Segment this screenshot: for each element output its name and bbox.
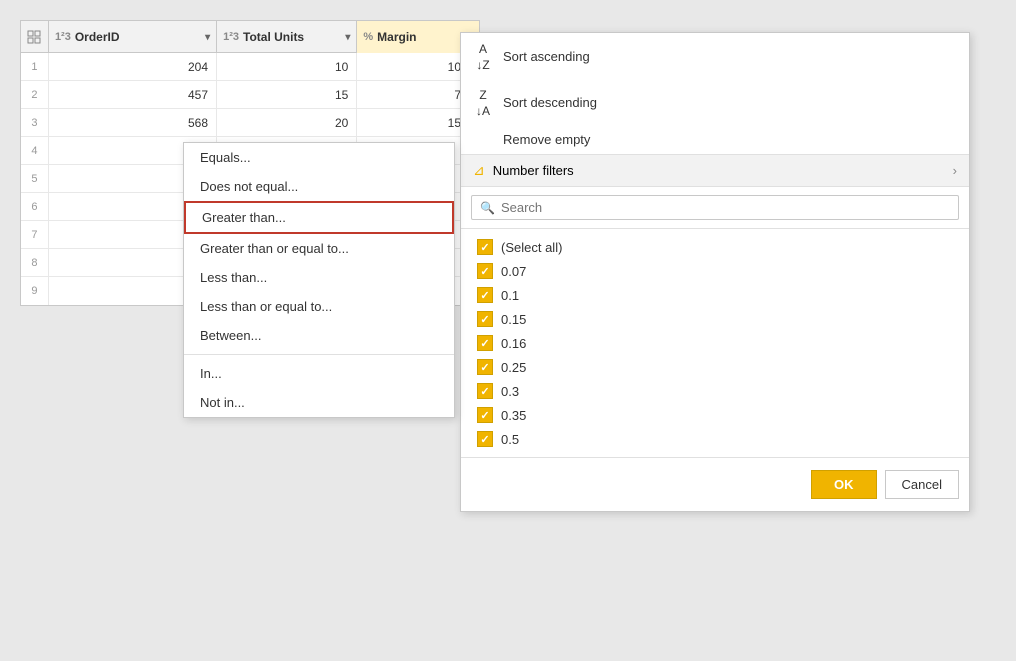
chevron-right-icon: ›: [953, 163, 957, 178]
col-header-totalunits[interactable]: 1²3 Total Units ▾: [217, 21, 357, 53]
col-orderid-label: OrderID: [75, 30, 120, 44]
checkbox-item[interactable]: ✓ 0.25: [471, 355, 959, 379]
checkbox-check: ✓: [480, 337, 489, 350]
checkbox-item[interactable]: ✓ 0.16: [471, 331, 959, 355]
menu-item-does-not-equal[interactable]: Does not equal...: [184, 172, 454, 201]
table-row: 3 568 20 15.0: [21, 109, 479, 137]
checkbox-check: ✓: [480, 241, 489, 254]
menu-separator: [184, 354, 454, 355]
checkbox-box: ✓: [477, 263, 493, 279]
cell-totalunits: 10: [217, 53, 357, 80]
checkbox-label: 0.16: [501, 336, 526, 351]
checkbox-label: 0.3: [501, 384, 519, 399]
table-row: 2 457 15 7.0: [21, 81, 479, 109]
checkbox-box: ✓: [477, 239, 493, 255]
remove-empty-label: Remove empty: [503, 132, 590, 147]
checkbox-label: 0.07: [501, 264, 526, 279]
menu-item-greater-than-equal[interactable]: Greater than or equal to...: [184, 234, 454, 263]
checkbox-list: ✓ (Select all) ✓ 0.07 ✓ 0.1 ✓ 0.15 ✓ 0.1…: [461, 229, 969, 457]
cell-totalunits: 20: [217, 109, 357, 136]
menu-item-not-in[interactable]: Not in...: [184, 388, 454, 417]
row-number: 5: [21, 165, 49, 192]
cell-orderid: 568: [49, 109, 217, 136]
checkbox-box: ✓: [477, 335, 493, 351]
checkbox-item[interactable]: ✓ 0.3: [471, 379, 959, 403]
checkbox-label: (Select all): [501, 240, 562, 255]
main-container: 1²3 OrderID ▾ 1²3 Total Units ▾ % Margin…: [0, 0, 1016, 661]
menu-item-greater-than[interactable]: Greater than...: [184, 201, 454, 234]
sort-descending-label: Sort descending: [503, 95, 597, 110]
number-filters-label: Number filters: [493, 163, 574, 178]
sort-ascending-label: Sort ascending: [503, 49, 590, 64]
search-input[interactable]: [501, 200, 950, 215]
row-number: 2: [21, 81, 49, 108]
row-number: 1: [21, 53, 49, 80]
sort-ascending-item[interactable]: A​↓Z Sort ascending: [461, 33, 969, 79]
cell-orderid: 457: [49, 81, 217, 108]
remove-empty-item[interactable]: Remove empty: [461, 125, 969, 154]
checkbox-box: ✓: [477, 431, 493, 447]
checkbox-label: 0.35: [501, 408, 526, 423]
checkbox-label: 0.5: [501, 432, 519, 447]
checkbox-label: 0.25: [501, 360, 526, 375]
checkbox-check: ✓: [480, 409, 489, 422]
checkbox-item[interactable]: ✓ 0.1: [471, 283, 959, 307]
sort-ascending-icon: A​↓Z: [473, 40, 493, 72]
filter-funnel-icon: ⊿: [473, 162, 485, 179]
checkbox-check: ✓: [480, 313, 489, 326]
row-number: 9: [21, 277, 49, 305]
checkbox-check: ✓: [480, 289, 489, 302]
checkbox-item[interactable]: ✓ 0.15: [471, 307, 959, 331]
checkbox-check: ✓: [480, 385, 489, 398]
sort-descending-icon: Z​↓A: [473, 86, 493, 118]
cell-totalunits: 15: [217, 81, 357, 108]
search-box: 🔍: [471, 195, 959, 220]
cell-orderid: 204: [49, 53, 217, 80]
cancel-button[interactable]: Cancel: [885, 470, 959, 499]
row-number: 3: [21, 109, 49, 136]
checkbox-box: ✓: [477, 359, 493, 375]
filter-panel: A​↓Z Sort ascending Z​↓A Sort descending…: [460, 32, 970, 512]
col-totalunits-label: Total Units: [243, 30, 304, 44]
sort-descending-item[interactable]: Z​↓A Sort descending: [461, 79, 969, 125]
checkbox-box: ✓: [477, 311, 493, 327]
menu-item-less-than[interactable]: Less than...: [184, 263, 454, 292]
checkbox-box: ✓: [477, 383, 493, 399]
checkbox-label: 0.1: [501, 288, 519, 303]
checkbox-check: ✓: [480, 265, 489, 278]
table-header: 1²3 OrderID ▾ 1²3 Total Units ▾ % Margin…: [21, 21, 479, 53]
search-box-container: 🔍: [461, 187, 969, 229]
row-number: 7: [21, 221, 49, 248]
search-icon: 🔍: [480, 201, 495, 215]
menu-item-between[interactable]: Between...: [184, 321, 454, 350]
checkbox-item[interactable]: ✓ 0.5: [471, 427, 959, 451]
checkbox-label: 0.15: [501, 312, 526, 327]
checkbox-item[interactable]: ✓ (Select all): [471, 235, 959, 259]
checkbox-item[interactable]: ✓ 0.35: [471, 403, 959, 427]
checkbox-box: ✓: [477, 287, 493, 303]
row-number: 6: [21, 193, 49, 220]
table-row: 1 204 10 10.0: [21, 53, 479, 81]
orderid-dropdown-icon[interactable]: ▾: [205, 32, 210, 43]
margin-type-icon: %: [363, 31, 373, 43]
number-filters-row[interactable]: ⊿ Number filters ›: [461, 154, 969, 187]
col-margin-label: Margin: [377, 30, 416, 44]
ok-button[interactable]: OK: [811, 470, 877, 499]
col-header-orderid[interactable]: 1²3 OrderID ▾: [49, 21, 217, 53]
totalunits-type-icon: 1²3: [223, 31, 239, 43]
row-number: 8: [21, 249, 49, 276]
orderid-type-icon: 1²3: [55, 31, 71, 43]
checkbox-check: ✓: [480, 361, 489, 374]
checkbox-item[interactable]: ✓ 0.07: [471, 259, 959, 283]
action-buttons: OK Cancel: [461, 457, 969, 511]
checkbox-check: ✓: [480, 433, 489, 446]
table-grid-icon: [27, 30, 41, 44]
menu-item-less-than-equal[interactable]: Less than or equal to...: [184, 292, 454, 321]
menu-item-in[interactable]: In...: [184, 359, 454, 388]
row-number: 4: [21, 137, 49, 164]
totalunits-dropdown-icon[interactable]: ▾: [345, 32, 350, 43]
context-menu: Equals... Does not equal... Greater than…: [183, 142, 455, 418]
menu-item-equals[interactable]: Equals...: [184, 143, 454, 172]
checkbox-box: ✓: [477, 407, 493, 423]
